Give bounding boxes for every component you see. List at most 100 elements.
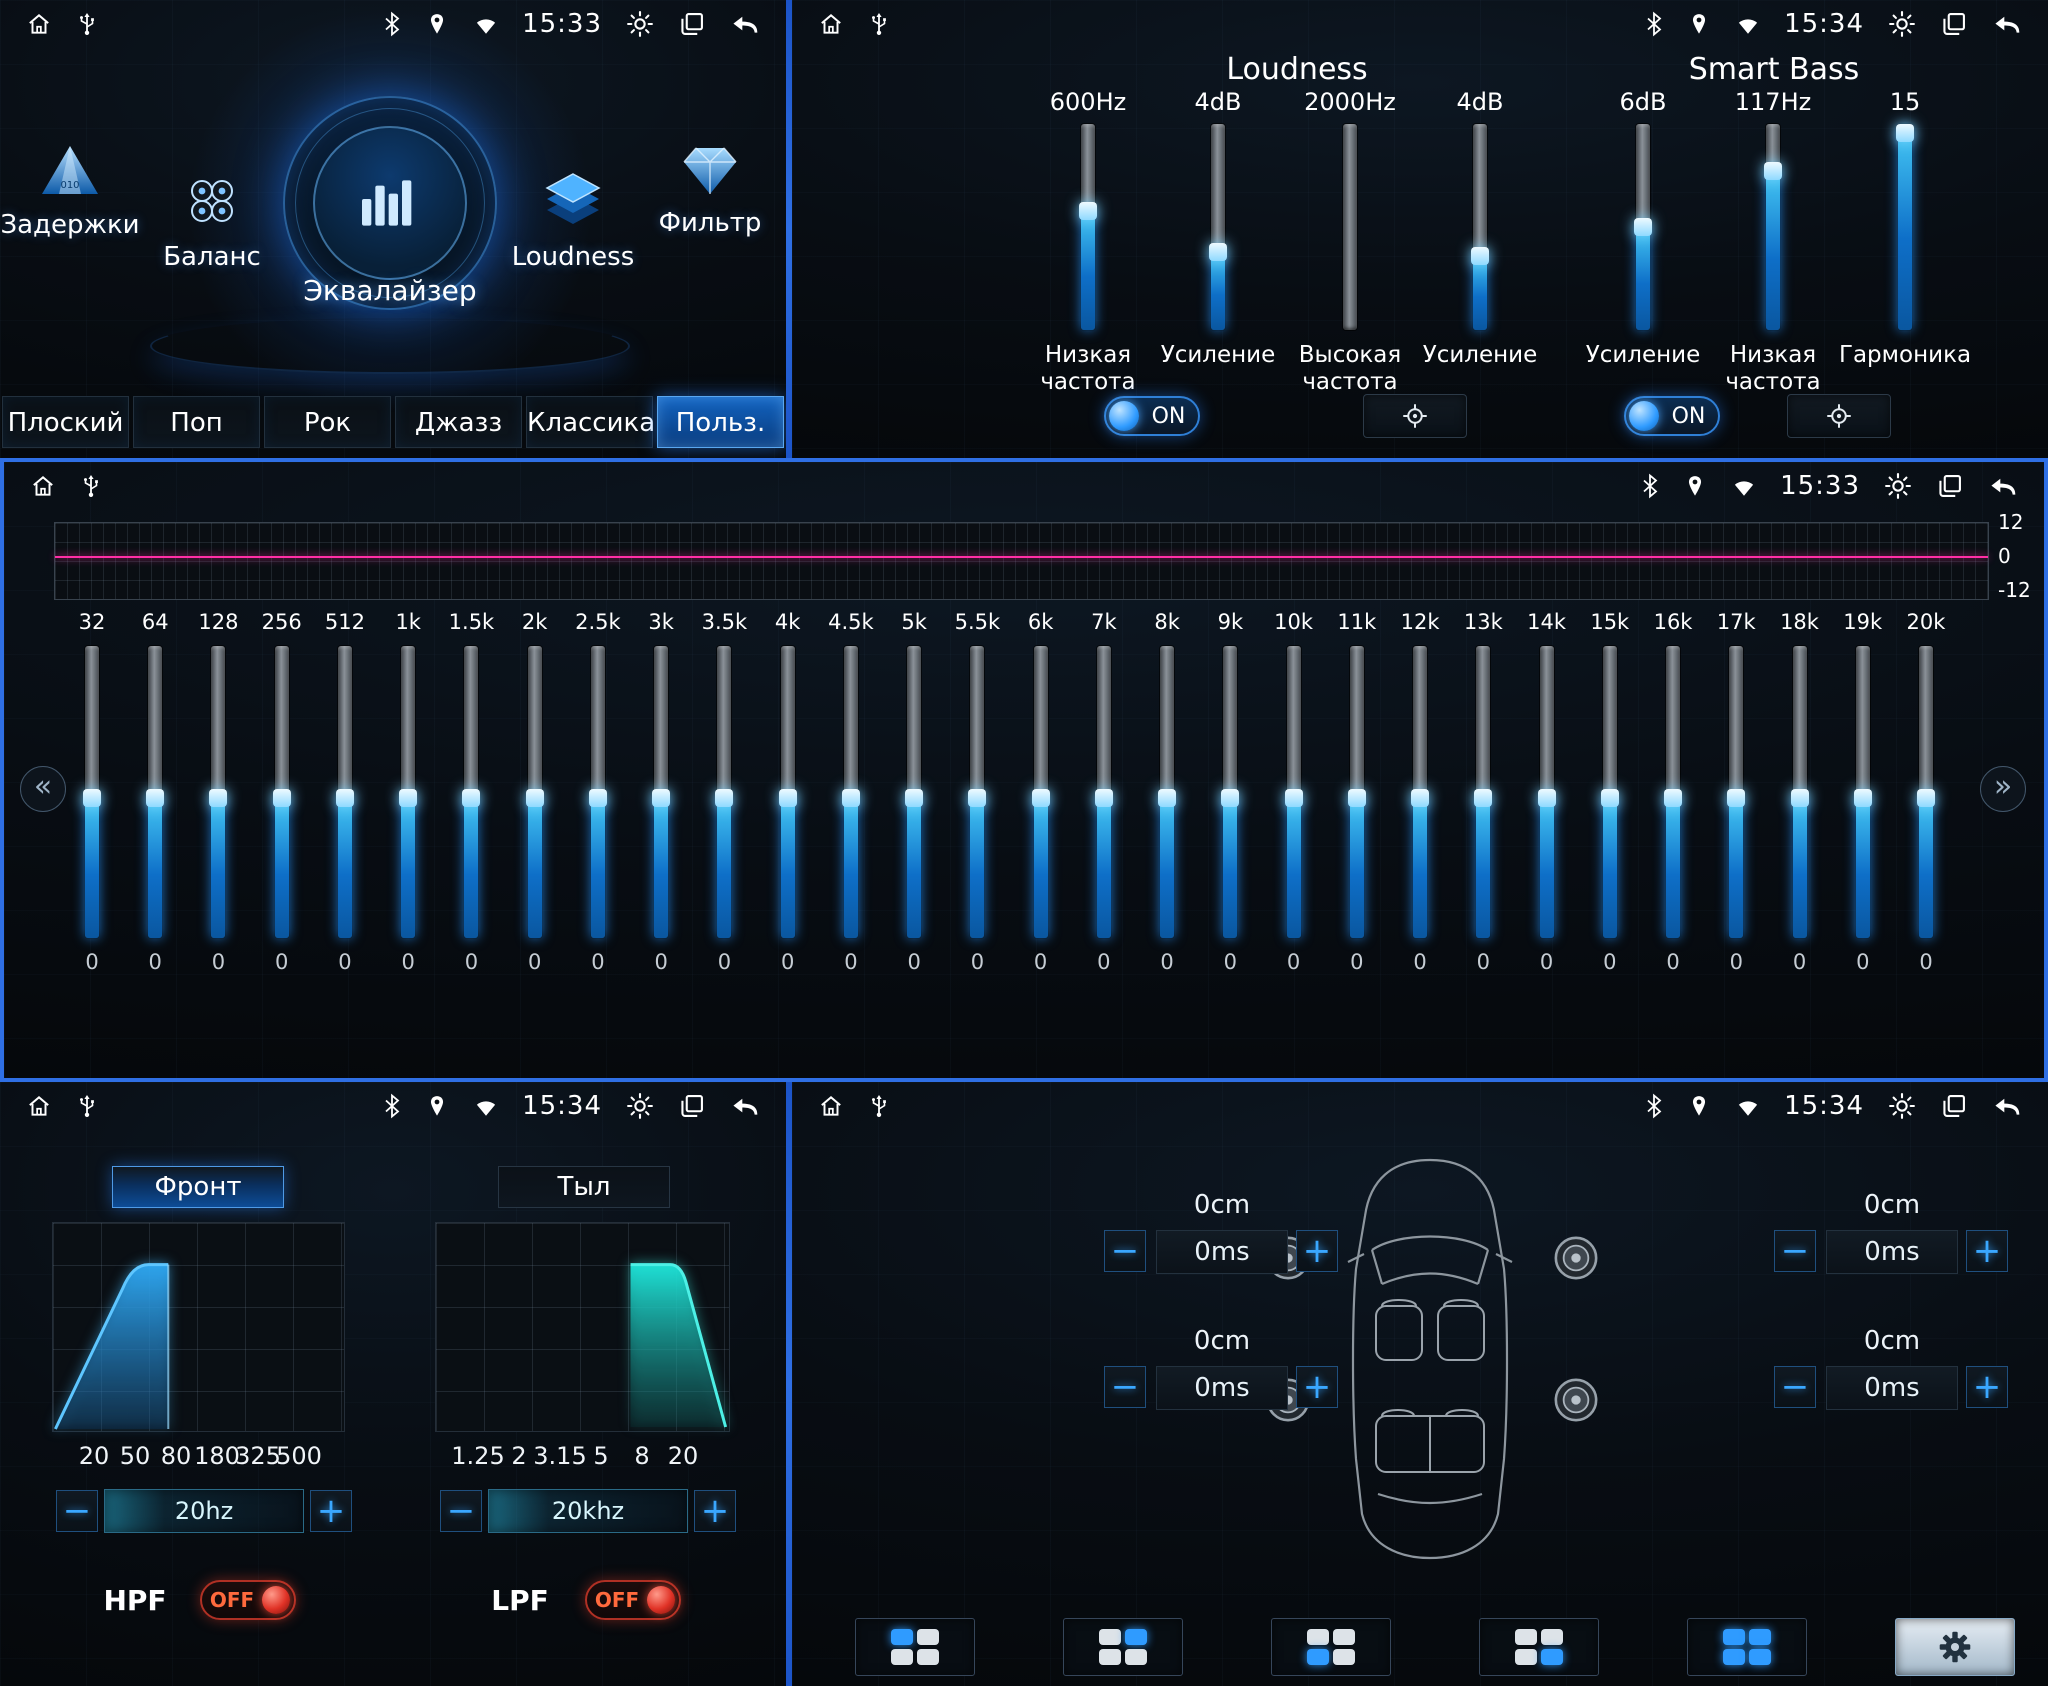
level-slider[interactable] [844, 646, 858, 938]
level-slider[interactable] [591, 646, 605, 938]
slider-thumb[interactable] [462, 789, 480, 807]
slider-thumb[interactable] [1411, 789, 1429, 807]
home-icon[interactable] [26, 1093, 52, 1119]
slider-thumb[interactable] [1158, 789, 1176, 807]
scroll-right-button[interactable]: » [1980, 766, 2026, 812]
menu-item-filter[interactable]: Фильтр [645, 142, 775, 238]
slider-thumb[interactable] [1764, 162, 1782, 180]
slider-thumb[interactable] [1727, 789, 1745, 807]
slider-thumb[interactable] [1471, 247, 1489, 265]
level-slider[interactable] [654, 646, 668, 938]
level-slider[interactable] [1473, 124, 1487, 330]
recent-apps-icon[interactable] [678, 10, 706, 38]
level-slider[interactable] [1350, 646, 1364, 938]
delay-minus-rear-right-button[interactable]: − [1774, 1366, 1816, 1408]
seat-preset-all-button[interactable] [1687, 1618, 1807, 1676]
hpf-minus-button[interactable]: − [56, 1490, 98, 1532]
brightness-icon[interactable] [626, 1092, 654, 1120]
lpf-plus-button[interactable]: + [694, 1490, 736, 1532]
level-slider[interactable] [275, 646, 289, 938]
home-icon[interactable] [30, 473, 56, 499]
tab-front[interactable]: Фронт [112, 1166, 284, 1208]
slider-thumb[interactable] [905, 789, 923, 807]
level-slider[interactable] [85, 646, 99, 938]
level-slider[interactable] [528, 646, 542, 938]
slider-thumb[interactable] [1079, 202, 1097, 220]
level-slider[interactable] [401, 646, 415, 938]
recent-apps-icon[interactable] [1936, 472, 1964, 500]
level-slider[interactable] [1856, 646, 1870, 938]
home-icon[interactable] [818, 11, 844, 37]
slider-thumb[interactable] [1348, 789, 1366, 807]
slider-thumb[interactable] [83, 789, 101, 807]
preset-tab-4[interactable]: Джазз [395, 396, 522, 448]
back-icon[interactable] [1988, 473, 2018, 499]
slider-thumb[interactable] [526, 789, 544, 807]
level-slider[interactable] [717, 646, 731, 938]
slider-thumb[interactable] [1917, 789, 1935, 807]
level-slider[interactable] [1540, 646, 1554, 938]
slider-thumb[interactable] [1221, 789, 1239, 807]
slider-thumb[interactable] [399, 789, 417, 807]
preset-tab-5[interactable]: Классика [526, 396, 653, 448]
level-slider[interactable] [1211, 124, 1225, 330]
back-icon[interactable] [1992, 11, 2022, 37]
menu-item-loudness[interactable]: Loudness [508, 168, 638, 272]
level-slider[interactable] [1666, 646, 1680, 938]
level-slider[interactable] [1287, 646, 1301, 938]
slider-thumb[interactable] [1209, 243, 1227, 261]
home-icon[interactable] [26, 11, 52, 37]
brightness-icon[interactable] [1888, 1092, 1916, 1120]
level-slider[interactable] [1603, 646, 1617, 938]
hpf-plus-button[interactable]: + [310, 1490, 352, 1532]
level-slider[interactable] [1343, 124, 1357, 330]
level-slider[interactable] [1919, 646, 1933, 938]
level-slider[interactable] [464, 646, 478, 938]
hpf-cutoff-slider[interactable]: 20hz [104, 1489, 304, 1533]
lpf-off-toggle[interactable]: OFF [585, 1580, 681, 1620]
slider-thumb[interactable] [1791, 789, 1809, 807]
tab-rear[interactable]: Тыл [498, 1166, 670, 1208]
level-slider[interactable] [781, 646, 795, 938]
slider-thumb[interactable] [1896, 124, 1914, 142]
slider-thumb[interactable] [779, 789, 797, 807]
brightness-icon[interactable] [1888, 10, 1916, 38]
menu-item-balance[interactable]: Баланс [147, 168, 277, 272]
slider-thumb[interactable] [842, 789, 860, 807]
brightness-icon[interactable] [1884, 472, 1912, 500]
brightness-icon[interactable] [626, 10, 654, 38]
delay-minus-front-right-button[interactable]: − [1774, 1230, 1816, 1272]
back-icon[interactable] [730, 1093, 760, 1119]
slider-thumb[interactable] [1095, 789, 1113, 807]
level-slider[interactable] [1636, 124, 1650, 330]
slider-thumb[interactable] [1601, 789, 1619, 807]
recent-apps-icon[interactable] [1940, 10, 1968, 38]
level-slider[interactable] [1476, 646, 1490, 938]
slider-thumb[interactable] [209, 789, 227, 807]
slider-thumb[interactable] [273, 789, 291, 807]
slider-thumb[interactable] [968, 789, 986, 807]
level-slider[interactable] [1223, 646, 1237, 938]
level-slider[interactable] [970, 646, 984, 938]
delay-settings-button[interactable] [1895, 1618, 2015, 1676]
recent-apps-icon[interactable] [678, 1092, 706, 1120]
loudness-on-toggle[interactable]: ON [1104, 396, 1200, 436]
level-slider[interactable] [148, 646, 162, 938]
preset-tab-2[interactable]: Поп [133, 396, 260, 448]
menu-item-delays[interactable]: 010 Задержки [5, 142, 135, 240]
preset-tab-3[interactable]: Рок [264, 396, 391, 448]
seat-preset-rear-left-button[interactable] [1271, 1618, 1391, 1676]
seat-preset-front-left-button[interactable] [855, 1618, 975, 1676]
level-slider[interactable] [1160, 646, 1174, 938]
hpf-off-toggle[interactable]: OFF [200, 1580, 296, 1620]
slider-thumb[interactable] [1032, 789, 1050, 807]
slider-thumb[interactable] [1538, 789, 1556, 807]
level-slider[interactable] [1081, 124, 1095, 330]
delay-minus-rear-left-button[interactable]: − [1104, 1366, 1146, 1408]
level-slider[interactable] [1097, 646, 1111, 938]
slider-thumb[interactable] [1634, 218, 1652, 236]
back-icon[interactable] [730, 11, 760, 37]
delay-minus-front-left-button[interactable]: − [1104, 1230, 1146, 1272]
preset-tab-6[interactable]: Польз. [657, 396, 784, 448]
level-slider[interactable] [1766, 124, 1780, 330]
